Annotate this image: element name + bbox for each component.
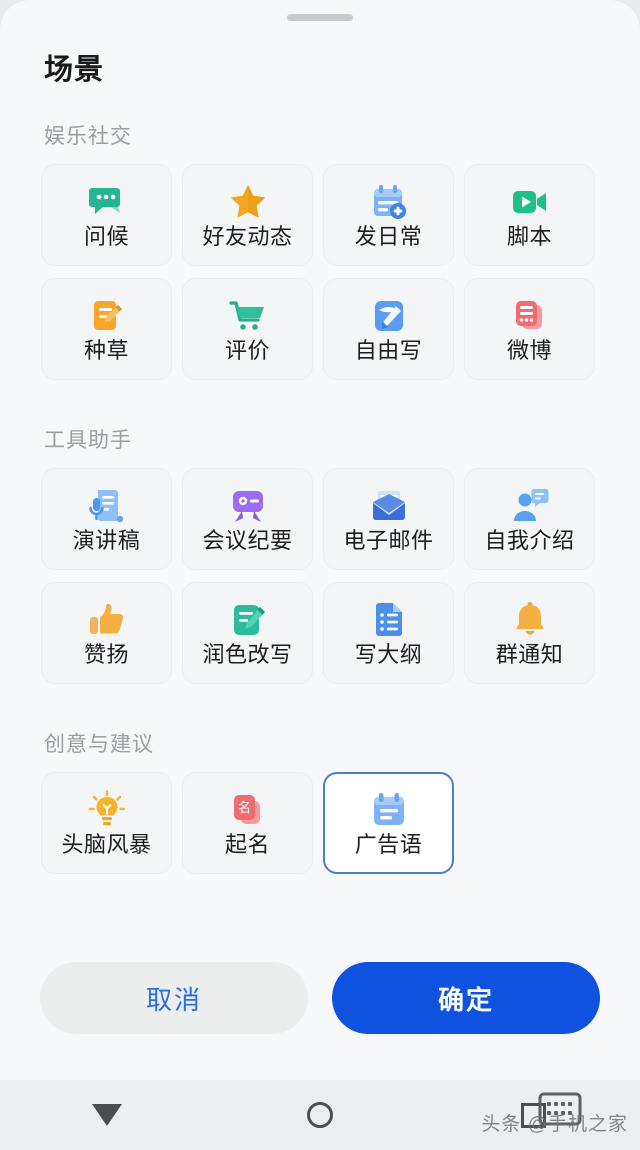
doc-pen-icon — [227, 599, 269, 641]
lightbulb-icon — [86, 789, 128, 831]
scene-card-praise[interactable]: 赞扬 — [41, 582, 172, 684]
calendar-plus-icon — [368, 181, 410, 223]
nav-home-button[interactable] — [260, 1080, 380, 1150]
cancel-button[interactable]: 取消 — [40, 962, 308, 1034]
name-card-icon: 名 — [227, 789, 269, 831]
scene-card-label: 评价 — [224, 337, 270, 363]
page-title: 场景 — [44, 54, 105, 86]
scene-card-label: 种草 — [83, 337, 129, 363]
scene-sections: 娱乐社交 问候 好友动态 发日常 脚本 种草 评价 自由写 微博 工具助手 演讲… — [0, 120, 640, 886]
scene-card-self-intro[interactable]: 自我介绍 — [464, 468, 595, 570]
scene-card-label: 群通知 — [495, 641, 564, 667]
envelope-icon — [368, 485, 410, 527]
watermark: 头条 @手机之家 — [481, 1114, 628, 1135]
nav-back-button[interactable] — [47, 1080, 167, 1150]
scene-card-label: 会议纪要 — [202, 527, 293, 553]
home-icon — [306, 1102, 333, 1128]
scene-card-label: 发日常 — [354, 223, 423, 249]
scene-card-label: 自由写 — [354, 337, 423, 363]
scene-card-polish-rewrite[interactable]: 润色改写 — [182, 582, 313, 684]
scene-card-review[interactable]: 评价 — [182, 278, 313, 380]
chat-bubble-icon — [86, 181, 128, 223]
scene-picker-sheet: 场景 娱乐社交 问候 好友动态 发日常 脚本 种草 评价 自由写 微博 工具助手… — [0, 0, 640, 1080]
section-tools-assistant: 工具助手 演讲稿 会议纪要 电子邮件 自我介绍 赞扬 润色改写 写大纲 群通知 — [0, 424, 640, 696]
outline-doc-icon — [368, 599, 410, 641]
scene-grid: 头脑风暴 名 起名 广告语 — [0, 772, 640, 886]
scene-card-weibo[interactable]: 微博 — [464, 278, 595, 380]
scene-card-label: 演讲稿 — [72, 527, 141, 553]
scene-card-naming[interactable]: 名 起名 — [182, 772, 313, 874]
android-nav-bar: 头条 @手机之家 — [0, 1080, 640, 1150]
scene-card-label: 好友动态 — [202, 223, 293, 249]
scene-card-label: 自我介绍 — [484, 527, 575, 553]
person-speech-icon — [509, 485, 551, 527]
scene-card-recommend[interactable]: 种草 — [41, 278, 172, 380]
back-icon — [91, 1104, 122, 1126]
scene-card-greeting[interactable]: 问候 — [41, 164, 172, 266]
scene-card-label: 起名 — [224, 831, 270, 857]
scroll-mic-icon — [86, 485, 128, 527]
scene-card-group-notice[interactable]: 群通知 — [464, 582, 595, 684]
scene-card-label: 头脑风暴 — [61, 831, 152, 857]
section-entertainment-social: 娱乐社交 问候 好友动态 发日常 脚本 种草 评价 自由写 微博 — [0, 120, 640, 392]
calendar-lines-icon — [368, 789, 410, 831]
section-title: 创意与建议 — [44, 733, 154, 756]
scene-card-meeting-minutes[interactable]: 会议纪要 — [182, 468, 313, 570]
video-camera-icon — [509, 181, 551, 223]
weibo-card-icon — [509, 295, 551, 337]
star-icon — [227, 181, 269, 223]
scene-card-label: 电子邮件 — [343, 527, 434, 553]
sheet-footer: 取消 确定 — [0, 962, 640, 1034]
scene-card-label: 微博 — [506, 337, 552, 363]
section-title: 工具助手 — [44, 429, 132, 452]
shopping-cart-icon — [227, 295, 269, 337]
scene-card-friend-moments[interactable]: 好友动态 — [182, 164, 313, 266]
scene-card-email[interactable]: 电子邮件 — [323, 468, 454, 570]
scene-card-label: 脚本 — [506, 223, 552, 249]
scene-card-brainstorm[interactable]: 头脑风暴 — [41, 772, 172, 874]
scene-card-speech-draft[interactable]: 演讲稿 — [41, 468, 172, 570]
svg-text:名: 名 — [237, 800, 250, 815]
scene-grid: 演讲稿 会议纪要 电子邮件 自我介绍 赞扬 润色改写 写大纲 群通知 — [0, 468, 640, 696]
drag-handle[interactable] — [287, 14, 353, 21]
scene-card-outline[interactable]: 写大纲 — [323, 582, 454, 684]
scene-card-free-write[interactable]: 自由写 — [323, 278, 454, 380]
scene-card-slogan[interactable]: 广告语 — [323, 772, 454, 874]
scene-card-label: 广告语 — [354, 831, 423, 857]
bell-icon — [509, 599, 551, 641]
scene-card-label: 润色改写 — [202, 641, 293, 667]
scene-card-label: 写大纲 — [354, 641, 423, 667]
meeting-badge-icon — [227, 485, 269, 527]
section-ideas-suggestions: 创意与建议 头脑风暴 名 起名 广告语 — [0, 728, 640, 886]
scene-card-daily-post[interactable]: 发日常 — [323, 164, 454, 266]
free-write-icon — [368, 295, 410, 337]
section-title: 娱乐社交 — [44, 125, 132, 148]
scene-card-label: 赞扬 — [83, 641, 129, 667]
phone-screen: 场景 娱乐社交 问候 好友动态 发日常 脚本 种草 评价 自由写 微博 工具助手… — [0, 0, 640, 1150]
scene-grid: 问候 好友动态 发日常 脚本 种草 评价 自由写 微博 — [0, 164, 640, 392]
confirm-button[interactable]: 确定 — [332, 962, 600, 1034]
note-pen-icon — [86, 295, 128, 337]
scene-card-label: 问候 — [83, 223, 129, 249]
thumbs-up-icon — [86, 599, 128, 641]
scene-card-script[interactable]: 脚本 — [464, 164, 595, 266]
